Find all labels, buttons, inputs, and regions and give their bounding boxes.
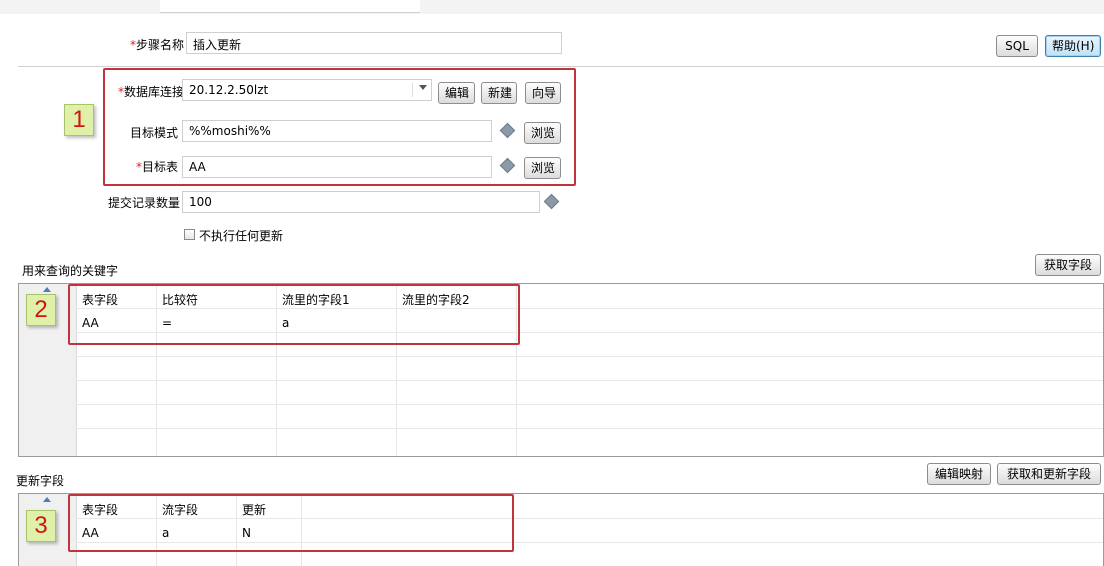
step-name-label: *步骤名称 bbox=[129, 38, 184, 52]
header-separator bbox=[18, 66, 1104, 67]
commit-size-input[interactable]: 100 bbox=[182, 191, 540, 213]
update-section-title: 更新字段 bbox=[16, 474, 65, 488]
step-name-input[interactable]: 插入更新 bbox=[186, 32, 562, 54]
commit-size-label: 提交记录数量 bbox=[107, 196, 180, 210]
get-update-fields-button[interactable]: 获取和更新字段 bbox=[997, 463, 1101, 485]
no-update-label: 不执行任何更新 bbox=[199, 229, 284, 243]
highlight-box-1 bbox=[103, 68, 576, 186]
get-fields-button[interactable]: 获取字段 bbox=[1035, 254, 1101, 276]
variable-icon bbox=[543, 193, 560, 210]
edit-mapping-button[interactable]: 编辑映射 bbox=[927, 463, 991, 485]
grid-line bbox=[76, 380, 1103, 381]
highlight-box-3 bbox=[68, 494, 514, 552]
help-button[interactable]: 帮助(H) bbox=[1045, 35, 1101, 57]
grid-line bbox=[76, 356, 1103, 357]
grid-line bbox=[76, 404, 1103, 405]
top-strip bbox=[0, 0, 1104, 14]
sort-icon bbox=[43, 497, 51, 502]
sql-button[interactable]: SQL bbox=[996, 35, 1038, 57]
annotation-tag-1: 1 bbox=[64, 104, 94, 136]
annotation-tag-3: 3 bbox=[26, 510, 56, 542]
key-section-title: 用来查询的关键字 bbox=[22, 264, 119, 278]
tab-edge bbox=[160, 0, 420, 13]
grid-line bbox=[76, 428, 1103, 429]
annotation-tag-2: 2 bbox=[26, 294, 56, 326]
highlight-box-2 bbox=[68, 284, 520, 345]
sort-icon bbox=[43, 287, 51, 292]
no-update-checkbox[interactable] bbox=[184, 229, 195, 240]
